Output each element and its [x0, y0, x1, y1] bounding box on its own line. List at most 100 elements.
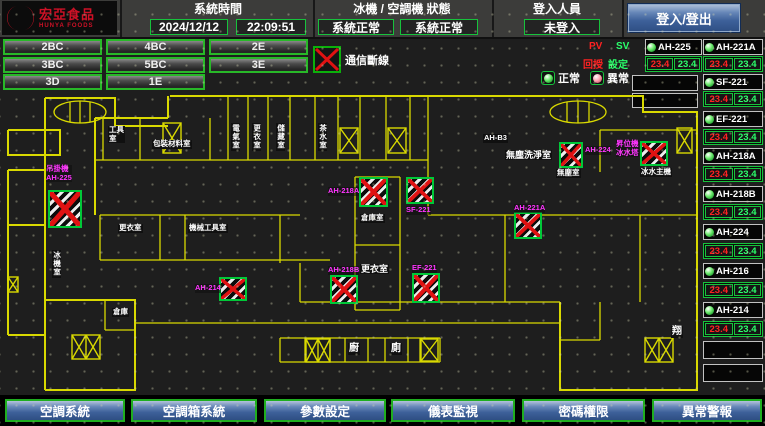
equipment-sf-221[interactable]: [406, 177, 434, 204]
nav-ac-system-button[interactable]: 空調系統: [5, 399, 125, 422]
nav-param-settings-button[interactable]: 參數設定: [264, 399, 386, 422]
equipment-ah-221a[interactable]: [514, 212, 542, 239]
floor-button-5bc[interactable]: 5BC: [106, 57, 205, 73]
system-clock-value: 22:09:51: [236, 19, 306, 35]
stairs-icon: [54, 101, 606, 123]
equipment-ef-221[interactable]: [412, 273, 440, 303]
unit-name: AH-218A: [716, 151, 756, 162]
floor-button-1e[interactable]: 1E: [106, 74, 205, 90]
ahu-status-value: 系統正常: [400, 19, 478, 35]
unit-name: SF-221: [716, 77, 747, 88]
room-label: 更衣室: [118, 224, 143, 233]
room-label: 冰水主機: [640, 168, 672, 177]
unit-ah-218b[interactable]: AH-218B: [703, 186, 763, 202]
unit-ef-221[interactable]: EF-221: [703, 111, 763, 127]
equipment-ah-214[interactable]: [219, 277, 247, 301]
unit-ef-221-values: 23.4 23.4: [703, 129, 763, 145]
pv-value: 23.4: [705, 245, 733, 257]
room-label: 翔: [671, 326, 683, 338]
equipment-ah-218b[interactable]: [330, 275, 358, 304]
floor-button-3d[interactable]: 3D: [3, 74, 102, 90]
unit-slot-empty: [703, 364, 763, 382]
login-user-value: 未登入: [524, 19, 600, 35]
comm-fail-icon: [313, 46, 341, 73]
abnormal-led-icon: [590, 71, 604, 85]
unit-name: AH-225: [658, 42, 691, 53]
brand-name: 宏亞食品: [39, 8, 95, 21]
hmi-screen: 宏亞食品 HUNYA FOODS 系統時間 2024/12/12 22:09:5…: [0, 0, 765, 426]
unit-ah-225-values: 23.4 23.4: [645, 56, 702, 72]
unit-ah-218a[interactable]: AH-218A: [703, 148, 763, 164]
login-logout-button[interactable]: 登入/登出: [627, 3, 741, 33]
unit-led-icon: [705, 267, 714, 276]
pv-value: 23.4: [705, 93, 733, 105]
pv-value: 23.4: [705, 131, 733, 143]
unit-led-icon: [647, 43, 656, 52]
room-label: 電氣室: [231, 123, 240, 151]
unit-ah-224[interactable]: AH-224: [703, 224, 763, 240]
pv-header-cn: 回授: [583, 56, 603, 71]
floor-button-2bc[interactable]: 2BC: [3, 39, 102, 55]
floor-button-4bc[interactable]: 4BC: [106, 39, 205, 55]
unit-ah-214[interactable]: AH-214: [703, 302, 763, 318]
nav-alarm-button[interactable]: 異常警報: [652, 399, 762, 422]
unit-led-icon: [705, 152, 714, 161]
unit-slot-empty: [703, 341, 763, 359]
room-label: 無塵室: [556, 169, 581, 178]
login-user-title: 登入人員: [496, 2, 618, 16]
room-label: 倉庫室: [360, 214, 385, 223]
floor-button-3e[interactable]: 3E: [209, 57, 308, 73]
room-label: 倉庫: [112, 308, 129, 317]
header-divider: [492, 0, 494, 37]
equipment-ah-218a[interactable]: [359, 177, 388, 207]
nav-meter-monitor-button[interactable]: 儀表監視: [391, 399, 515, 422]
unit-name: AH-221A: [716, 42, 756, 53]
header-divider: [120, 0, 122, 37]
unit-ah-225[interactable]: AH-225: [645, 39, 702, 55]
sv-value: 23.4: [734, 206, 762, 218]
floor-button-3bc[interactable]: 3BC: [3, 57, 102, 73]
sv-value: 23.4: [734, 93, 762, 105]
floor-button-2e[interactable]: 2E: [209, 39, 308, 55]
legend-normal-label: 正常: [558, 70, 580, 86]
room-label: 機械工具室: [188, 224, 228, 233]
company-logo: 宏亞食品 HUNYA FOODS: [2, 1, 117, 35]
nav-password-auth-button[interactable]: 密碼權限: [522, 399, 645, 422]
unit-name: AH-216: [716, 266, 749, 277]
sv-value: 23.4: [734, 284, 762, 296]
unit-ah-218a-values: 23.4 23.4: [703, 166, 763, 182]
legend-normal: 正常: [541, 70, 580, 86]
unit-slot-empty: [632, 93, 698, 108]
system-time-title: 系統時間: [128, 2, 308, 16]
unit-ah-224-values: 23.4 23.4: [703, 243, 763, 259]
room-label: 更衣室: [360, 264, 389, 274]
unit-sf-221[interactable]: SF-221: [703, 74, 763, 90]
pv-value: 23.4: [705, 58, 733, 70]
unit-ah-221a-values: 23.4 23.4: [703, 56, 763, 72]
unit-led-icon: [705, 306, 714, 315]
equipment-label: AH-218A: [328, 187, 359, 196]
unit-name: AH-218B: [716, 189, 756, 200]
equipment-label: SF-221: [406, 206, 431, 215]
room-label: 更衣室: [252, 123, 261, 151]
equipment-hoist[interactable]: [640, 141, 668, 166]
equipment-ah-224[interactable]: [559, 142, 583, 168]
equipment-label: AH-214: [195, 284, 221, 293]
pv-value: 23.4: [705, 168, 733, 180]
equipment-ah-225[interactable]: [48, 190, 82, 228]
unit-ah-221a[interactable]: AH-221A: [703, 39, 763, 55]
header-divider: [622, 0, 624, 37]
legend-abnormal-label: 異常: [607, 70, 629, 86]
room-label: AH-B3: [483, 134, 508, 143]
sv-value: 23.4: [674, 58, 700, 70]
pv-value: 23.4: [705, 206, 733, 218]
room-label: 冰機室: [52, 250, 61, 278]
nav-ahu-system-button[interactable]: 空調箱系統: [131, 399, 257, 422]
unit-name: EF-221: [716, 114, 747, 125]
header-divider: [313, 0, 315, 37]
unit-ah-216[interactable]: AH-216: [703, 263, 763, 279]
room-label: 包裝材料室: [152, 140, 192, 149]
sv-value: 23.4: [734, 58, 762, 70]
header-bar: 宏亞食品 HUNYA FOODS 系統時間 2024/12/12 22:09:5…: [0, 0, 765, 39]
system-date-value: 2024/12/12: [150, 19, 228, 35]
